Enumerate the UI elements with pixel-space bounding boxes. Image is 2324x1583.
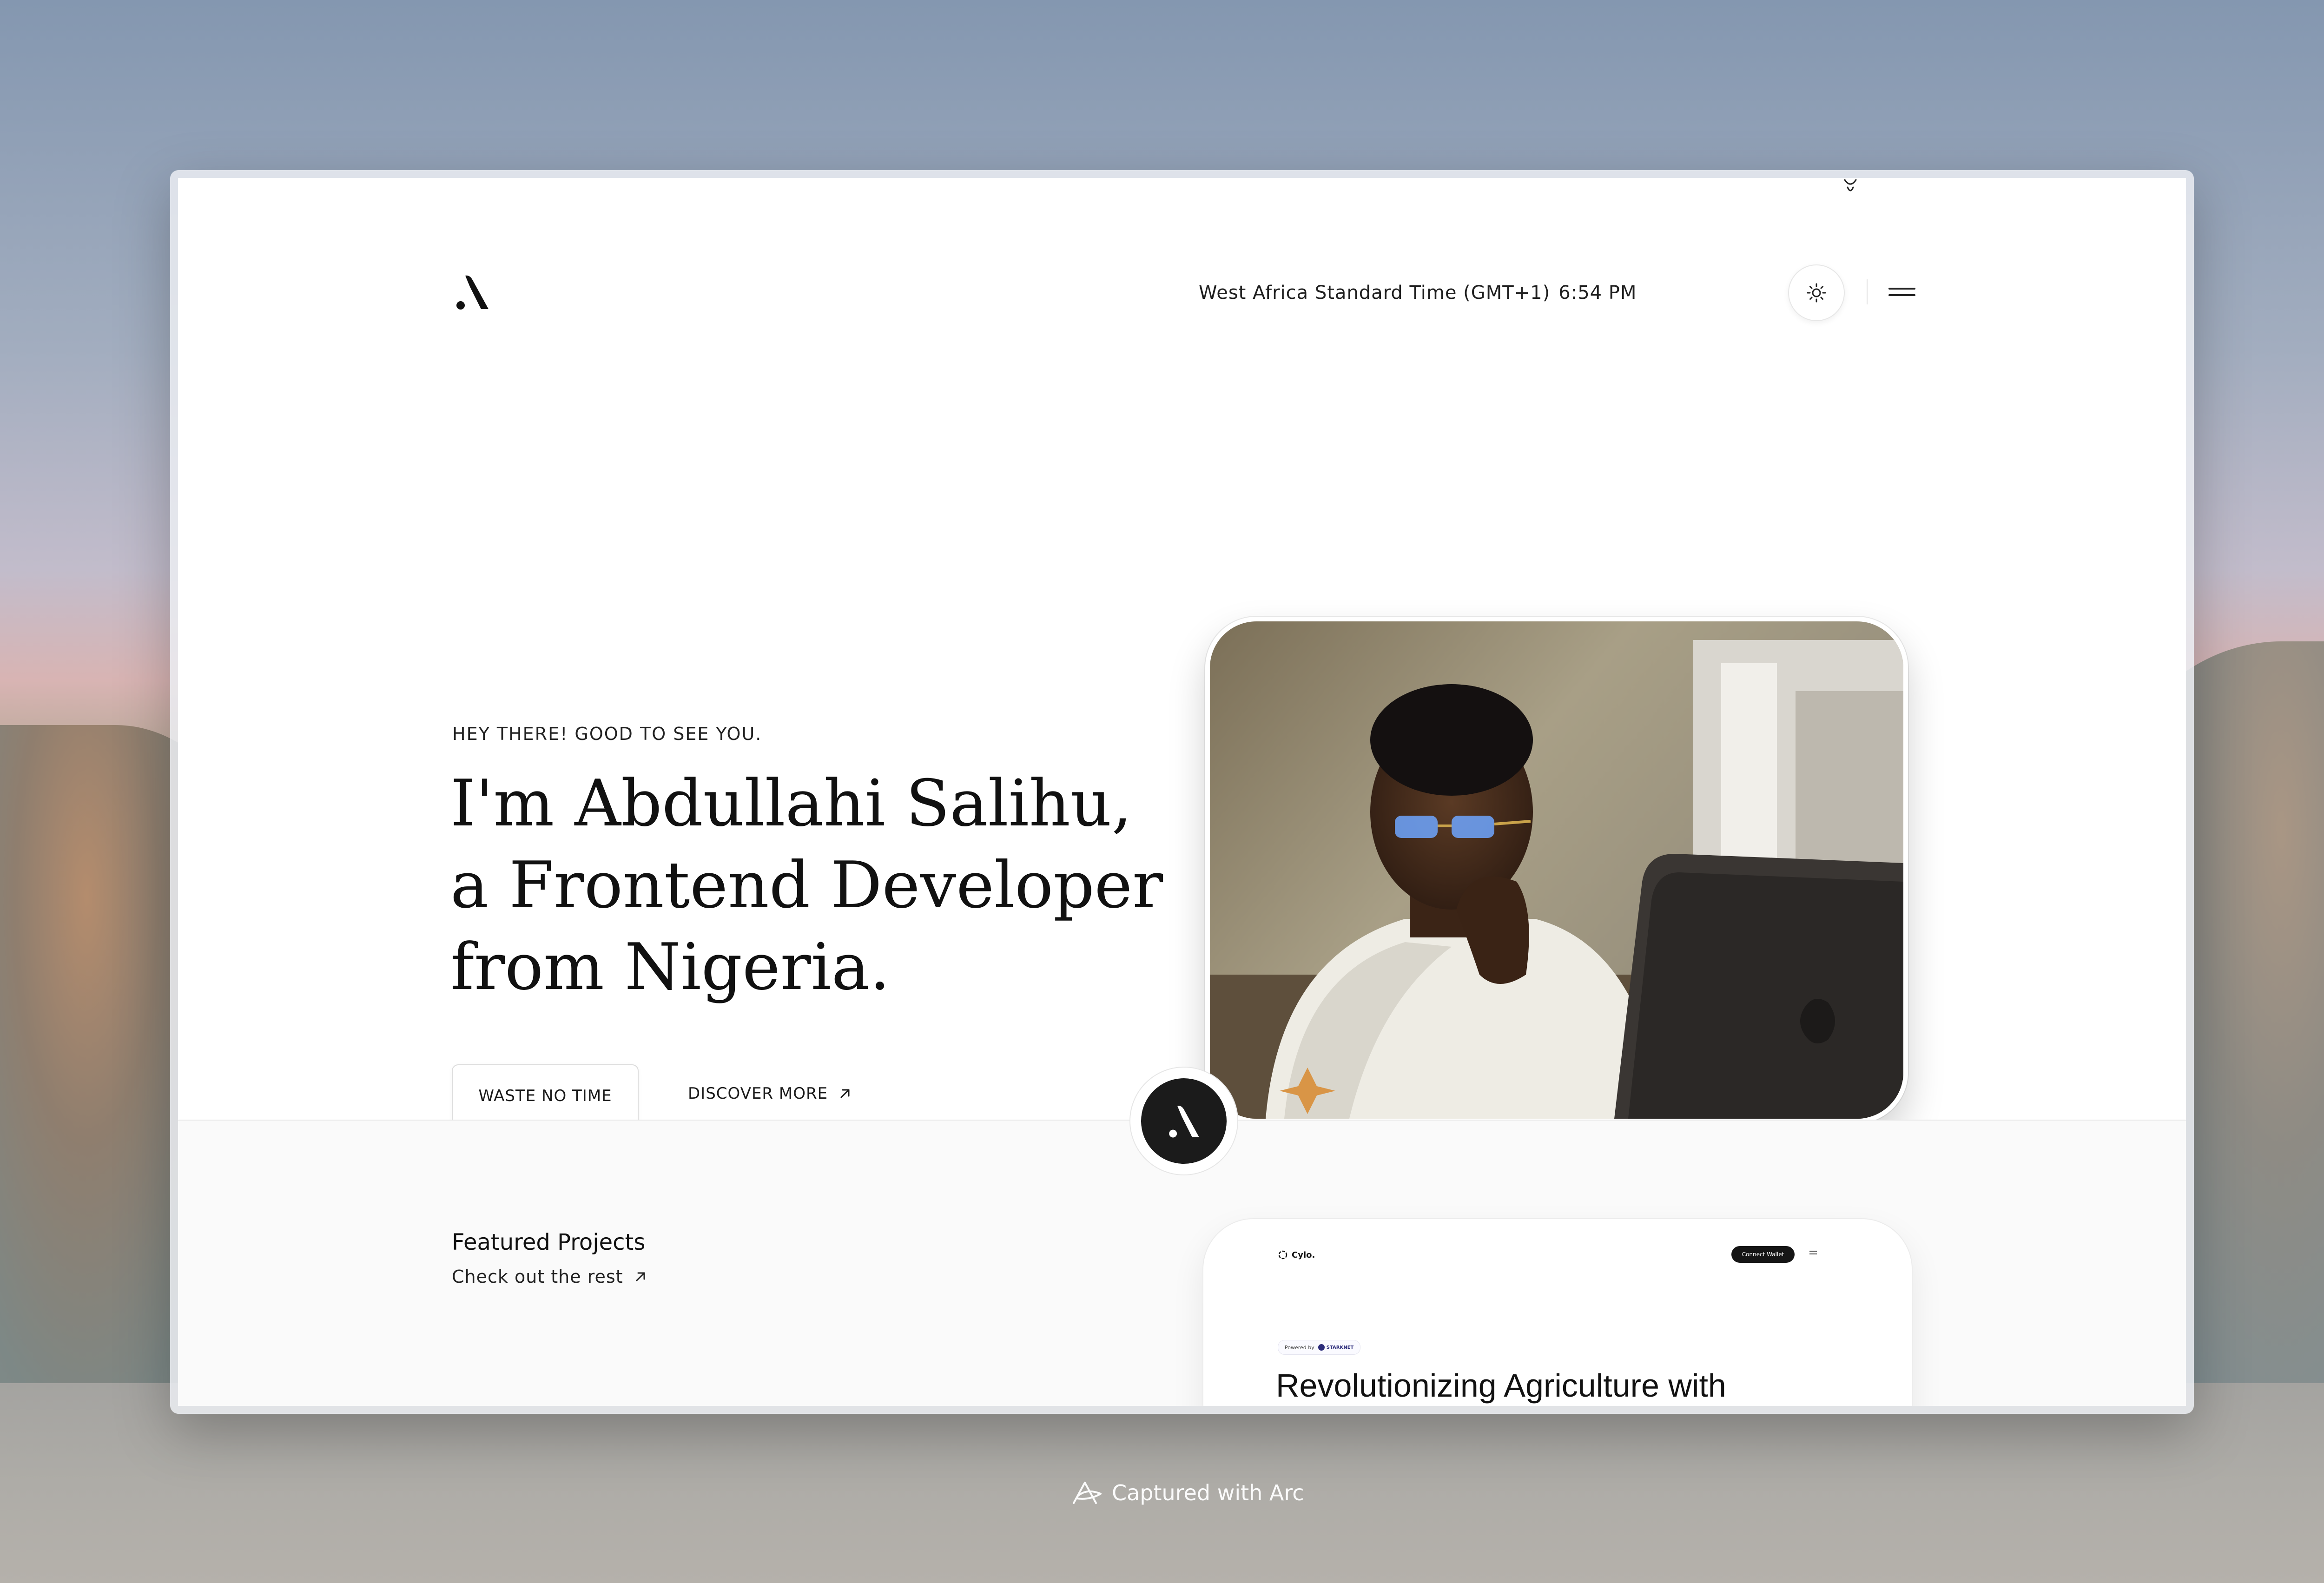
section-badge — [1129, 1067, 1238, 1175]
project-brand: Cylo. — [1278, 1250, 1315, 1260]
waste-no-time-button[interactable]: WASTE NO TIME — [452, 1064, 639, 1128]
theme-toggle-button[interactable] — [1788, 264, 1845, 321]
project-brand-name: Cylo. — [1292, 1250, 1315, 1260]
hero-headline-line: a Frontend Developer — [450, 848, 1163, 923]
hamburger-menu-icon[interactable] — [1888, 279, 1916, 304]
project-menu-icon[interactable] — [1809, 1251, 1817, 1254]
arc-logo-icon — [1073, 1482, 1102, 1504]
hero-headline-line: from Nigeria. — [450, 930, 890, 1004]
timezone-label: West Africa Standard Time (GMT+1) — [1199, 282, 1551, 303]
monogram-logo-icon[interactable] — [451, 271, 493, 313]
header-divider — [1867, 279, 1868, 304]
check-out-the-rest-link[interactable]: Check out the rest — [452, 1266, 647, 1287]
cylo-logo-icon — [1278, 1250, 1287, 1260]
powered-by-label: Powered by — [1285, 1344, 1314, 1351]
powered-by-badge: Powered by STARKNET — [1278, 1340, 1361, 1355]
sun-icon — [1807, 283, 1826, 303]
project-preview-card[interactable]: Cylo. Connect Wallet Powered by STARKNET… — [1202, 1218, 1913, 1406]
local-time: West Africa Standard Time (GMT+1) 6:54 PM — [1199, 282, 1637, 303]
portrait-card — [1205, 617, 1908, 1123]
starknet-label: STARKNET — [1326, 1345, 1354, 1350]
monogram-logo-icon — [1169, 1106, 1199, 1138]
discover-more-label: DISCOVER MORE — [688, 1084, 828, 1103]
browser-extension-icon[interactable] — [1841, 178, 1860, 197]
check-out-the-rest-label: Check out the rest — [452, 1266, 623, 1287]
portrait-photo — [1210, 621, 1903, 1119]
page-viewport[interactable]: West Africa Standard Time (GMT+1) 6:54 PM — [178, 178, 2186, 1406]
connect-wallet-button[interactable]: Connect Wallet — [1731, 1246, 1795, 1263]
arrow-up-right-icon — [840, 1089, 850, 1098]
captured-with-arc: Captured with Arc — [1071, 1480, 1304, 1506]
arrow-up-right-icon — [636, 1272, 645, 1281]
captured-with-arc-label: Captured with Arc — [1112, 1480, 1304, 1505]
badge-disc — [1141, 1078, 1227, 1164]
project-headline: Revolutionizing Agriculture with — [1276, 1367, 1726, 1404]
hero-headline: I'm Abdullahi Salihu, a Frontend Develop… — [450, 763, 1163, 1008]
browser-window: West Africa Standard Time (GMT+1) 6:54 PM — [170, 170, 2194, 1414]
hero-headline-line: I'm Abdullahi Salihu, — [450, 766, 1132, 841]
discover-more-link[interactable]: DISCOVER MORE — [688, 1084, 851, 1103]
starknet-logo-icon — [1318, 1344, 1325, 1351]
clock-time: 6:54 PM — [1558, 282, 1637, 303]
hero-eyebrow: HEY THERE! GOOD TO SEE YOU. — [452, 724, 762, 744]
starknet-brand: STARKNET — [1318, 1344, 1353, 1351]
featured-projects-title: Featured Projects — [452, 1229, 646, 1255]
